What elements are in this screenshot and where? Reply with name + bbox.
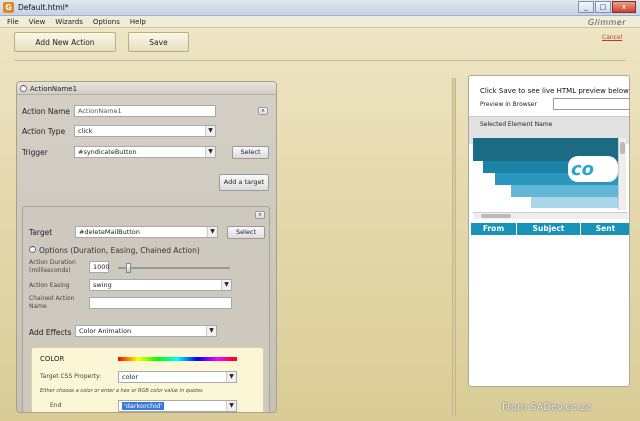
vertical-scroll-thumb[interactable] [620, 142, 625, 154]
preview-browser-label: Preview in Browser [480, 101, 537, 108]
add-effects-value: Color Animation [79, 327, 132, 335]
color-title: COLOR [40, 355, 65, 363]
delete-action-icon[interactable]: × [258, 107, 268, 115]
app-logo-icon: G [3, 2, 14, 13]
graphic-text: co [571, 159, 594, 180]
column-subject[interactable]: Subject [517, 223, 581, 235]
end-color-value: 'darkorchid' [122, 402, 165, 410]
menu-help[interactable]: Help [130, 18, 146, 26]
column-from[interactable]: From [471, 223, 517, 235]
preview-panel: Click Save to see live HTML preview belo… [468, 75, 630, 387]
graphic-band-5 [531, 197, 618, 208]
menu-bar: File View Wizards Options Help [0, 16, 640, 28]
options-label[interactable]: Options (Duration, Easing, Chained Actio… [39, 246, 200, 255]
action-panel-header[interactable]: ^ ActionName1 [17, 82, 276, 95]
graphic-band-4 [511, 185, 618, 197]
save-button[interactable]: Save [128, 32, 189, 52]
easing-label: Action Easing [29, 282, 70, 289]
preview-vertical-scrollbar[interactable] [618, 138, 626, 210]
chained-action-input[interactable] [89, 297, 232, 309]
color-hint: Either choose a color or enter a hex or … [40, 388, 203, 394]
action-panel: ^ ActionName1 Action Name ActionName1 × … [16, 81, 277, 413]
horizontal-scroll-thumb[interactable] [481, 214, 511, 218]
preview-horizontal-scrollbar[interactable] [473, 212, 628, 219]
chevron-down-icon: ▼ [226, 401, 236, 411]
preview-browser-input[interactable] [553, 98, 629, 110]
minimize-button[interactable]: _ [578, 1, 594, 13]
menu-file[interactable]: File [7, 18, 19, 26]
preview-graphic: co [473, 138, 618, 208]
delete-target-icon[interactable]: × [255, 211, 265, 219]
chevron-down-icon: ▼ [207, 227, 217, 237]
chevron-down-icon: ▼ [205, 126, 215, 136]
easing-select[interactable]: swing ▼ [89, 279, 232, 291]
action-type-label: Action Type [22, 127, 66, 136]
menu-wizards[interactable]: Wizards [55, 18, 83, 26]
target-value: #deleteMailButton [79, 228, 140, 236]
css-property-select[interactable]: color ▼ [118, 371, 237, 383]
trigger-select-button[interactable]: Select [232, 146, 269, 159]
window-title: Default.html* [18, 3, 69, 12]
target-select[interactable]: #deleteMailButton ▼ [75, 226, 218, 238]
brand-logo: Glimmer [588, 18, 626, 27]
color-spectrum[interactable] [118, 357, 237, 361]
css-property-value: color [122, 373, 139, 381]
menu-view[interactable]: View [29, 18, 46, 26]
chevron-down-icon: ▼ [226, 372, 236, 382]
target-panel: × Target #deleteMailButton ▼ Select ^ Op… [22, 206, 270, 412]
end-color-select[interactable]: 'darkorchid' ▼ [118, 400, 237, 412]
options-expander-icon[interactable]: ^ [29, 246, 36, 253]
css-property-label: Target CSS Property: [40, 373, 102, 380]
action-type-select[interactable]: click ▼ [74, 125, 216, 137]
divider [14, 60, 626, 61]
watermark: From SADev.co.za [502, 402, 592, 413]
collapse-icon[interactable]: ^ [20, 85, 27, 92]
column-sent[interactable]: Sent [581, 223, 629, 235]
chevron-down-icon: ▼ [221, 280, 231, 290]
chevron-down-icon: ▼ [205, 147, 215, 157]
cancel-link[interactable]: Cancel [602, 34, 622, 41]
window-controls: _ □ x [578, 1, 636, 13]
target-select-button[interactable]: Select [227, 226, 265, 239]
add-target-button[interactable]: Add a target [219, 174, 269, 191]
action-panel-title: ActionName1 [30, 85, 78, 93]
duration-slider[interactable] [118, 267, 230, 269]
easing-value: swing [93, 281, 112, 289]
trigger-label: Trigger [22, 148, 48, 157]
trigger-value: #syndicateButton [78, 148, 137, 156]
chained-action-label: Chained Action Name [29, 295, 75, 310]
trigger-select[interactable]: #syndicateButton ▼ [74, 146, 216, 158]
title-bar: G Default.html* _ □ x [0, 0, 640, 16]
action-name-label: Action Name [22, 107, 70, 116]
add-effects-label: Add Effects [29, 328, 72, 337]
add-new-action-button[interactable]: Add New Action [14, 32, 116, 52]
end-color-label: End [50, 402, 62, 409]
maximize-button[interactable]: □ [595, 1, 611, 13]
panel-splitter[interactable] [452, 78, 456, 416]
selected-element-label: Selected Element Name [480, 121, 553, 128]
preview-info-text: Click Save to see live HTML preview belo… [480, 87, 629, 95]
duration-label: Action Duration (milliseconds) [29, 259, 76, 274]
close-button[interactable]: x [612, 1, 636, 13]
action-name-input[interactable]: ActionName1 [74, 105, 216, 117]
chevron-down-icon: ▼ [206, 326, 216, 336]
mail-table-header: From Subject Sent [471, 223, 629, 235]
menu-options[interactable]: Options [93, 18, 120, 26]
duration-input[interactable]: 1000 [89, 261, 110, 273]
target-label: Target [29, 228, 53, 237]
duration-slider-thumb[interactable] [126, 263, 132, 273]
color-effect-section: COLOR Target CSS Property: color ▼ Eithe… [31, 347, 264, 412]
add-effects-select[interactable]: Color Animation ▼ [75, 325, 217, 337]
action-type-value: click [78, 127, 93, 135]
